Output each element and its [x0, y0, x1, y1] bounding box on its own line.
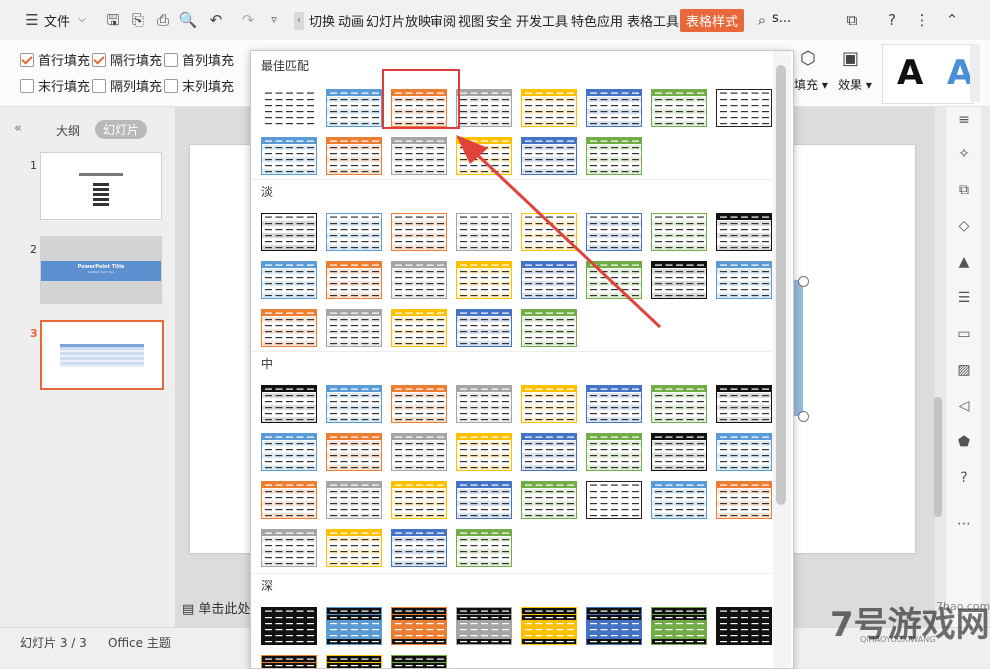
annotation-arrow-layer	[0, 0, 990, 667]
annotation-arrow-line	[470, 148, 660, 327]
watermark-pinyin: QIHAOYOUXIWANG	[860, 635, 935, 644]
watermark: 7号游戏网 7hao.com QIHAOYOUXIWANG	[760, 575, 990, 667]
watermark-site: 7hao.com	[936, 600, 990, 613]
